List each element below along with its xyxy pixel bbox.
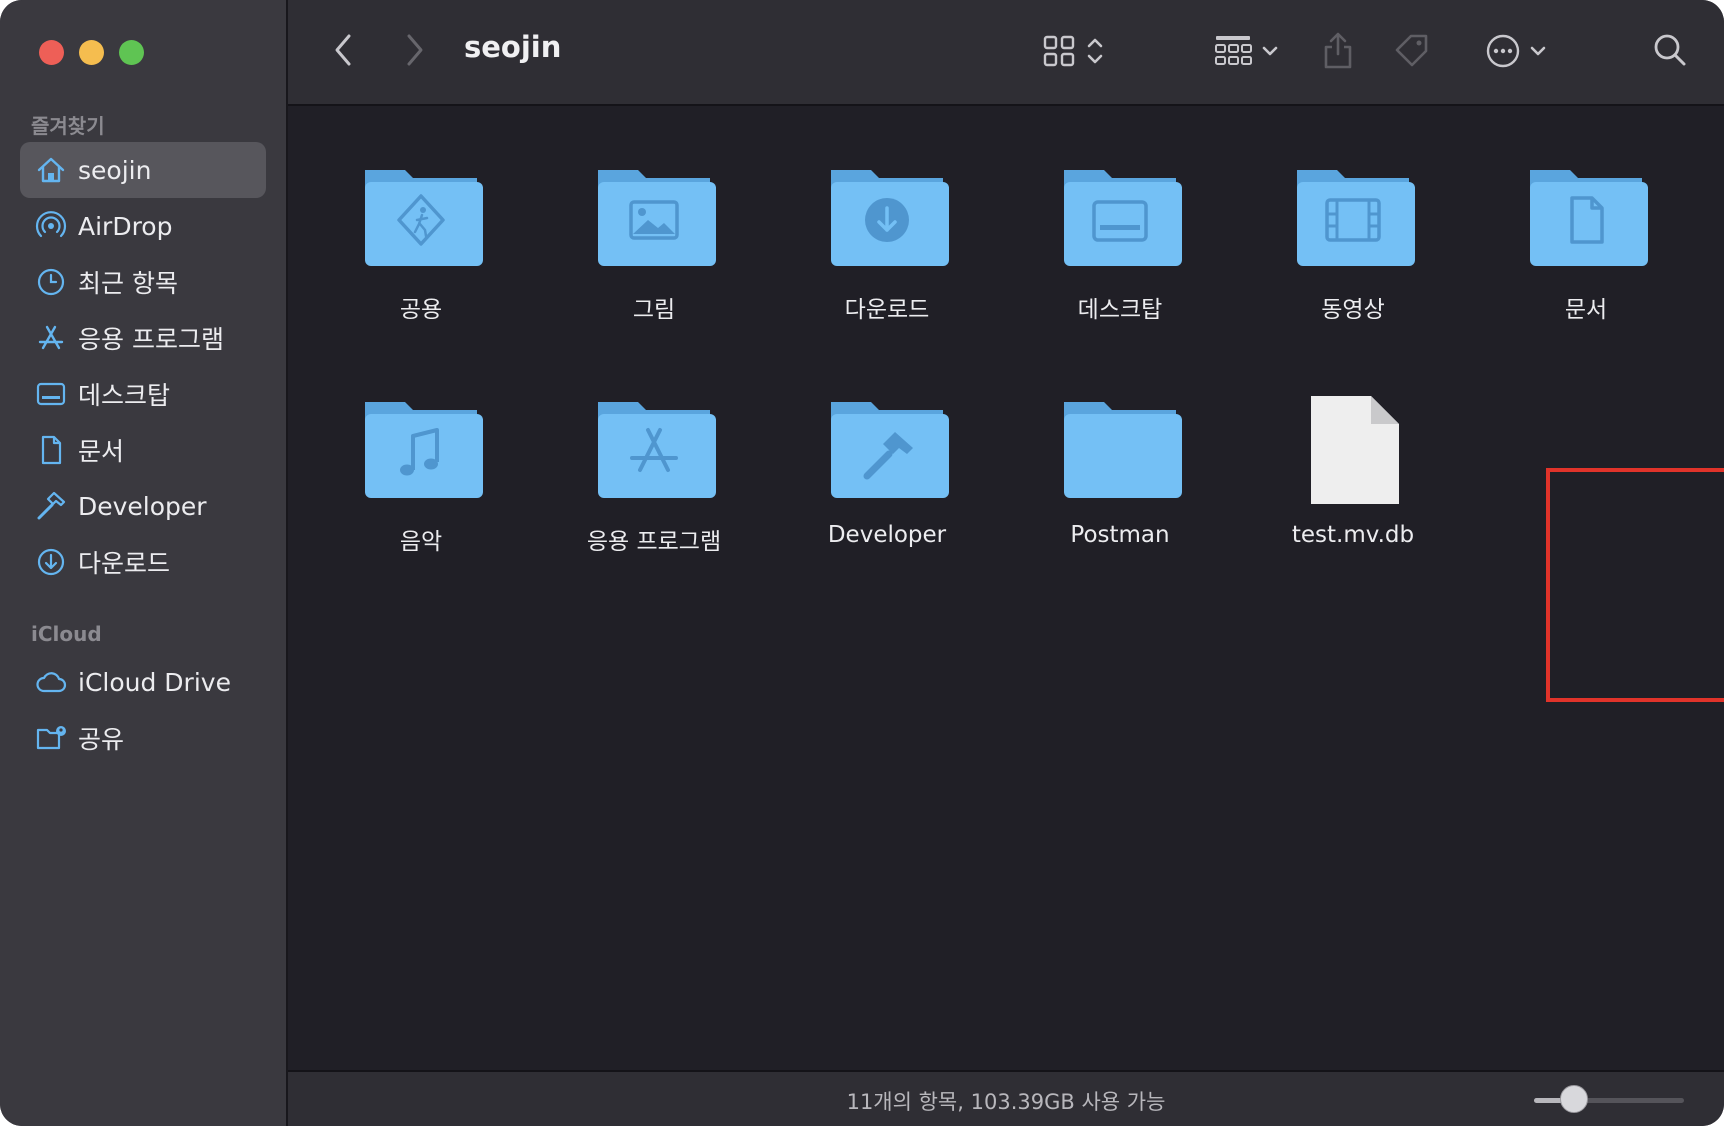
grid-item-applications[interactable]: 응용 프로그램 bbox=[544, 394, 764, 594]
item-name: Developer bbox=[827, 522, 947, 548]
more-actions-icon bbox=[1485, 33, 1521, 69]
zoom-button[interactable] bbox=[119, 40, 144, 65]
sidebar-item-desktop[interactable]: 데스크탑 bbox=[20, 366, 266, 422]
sidebar-item-recents[interactable]: 최근 항목 bbox=[20, 254, 266, 310]
up-down-chevron-icon bbox=[1085, 34, 1105, 68]
grid-item-postman[interactable]: Postman bbox=[1010, 394, 1230, 594]
cloud-icon bbox=[34, 665, 68, 699]
grid-item-documents[interactable]: 문서 bbox=[1476, 162, 1696, 362]
home-icon bbox=[34, 153, 68, 187]
grid-item-downloads[interactable]: 다운로드 bbox=[777, 162, 997, 362]
app-store-icon bbox=[34, 321, 68, 355]
chevron-left-icon bbox=[333, 33, 355, 67]
sidebar-item-label: 응용 프로그램 bbox=[78, 325, 224, 354]
grid-item-pictures[interactable]: 그림 bbox=[544, 162, 764, 362]
group-by-button[interactable] bbox=[1204, 30, 1288, 72]
chevron-down-icon bbox=[1261, 44, 1279, 58]
favorites-section-label: 즐겨찾기 bbox=[31, 114, 105, 138]
toolbar: seojin bbox=[288, 0, 1724, 106]
sidebar-item-applications[interactable]: 응용 프로그램 bbox=[20, 310, 266, 366]
grid-item-test-db[interactable]: test.mv.db bbox=[1243, 394, 1463, 594]
sidebar-item-label: AirDrop bbox=[78, 211, 173, 241]
clock-icon bbox=[34, 265, 68, 299]
search-button[interactable] bbox=[1650, 30, 1690, 70]
chevron-right-icon bbox=[403, 33, 425, 67]
sidebar-item-label: Developer bbox=[78, 491, 207, 521]
action-menu-button[interactable] bbox=[1476, 30, 1556, 72]
desktop-folder-icon bbox=[1056, 162, 1184, 272]
grid-item-movies[interactable]: 동영상 bbox=[1243, 162, 1463, 362]
share-button[interactable] bbox=[1318, 28, 1358, 72]
item-name: 다운로드 bbox=[844, 297, 930, 323]
sidebar-item-shared[interactable]: 공유 bbox=[20, 710, 266, 766]
shared-folder-icon bbox=[34, 721, 68, 755]
grid-item-developer[interactable]: Developer bbox=[777, 394, 997, 594]
item-name: 공용 bbox=[399, 297, 443, 323]
item-name: 그림 bbox=[632, 297, 676, 323]
item-name: 문서 bbox=[1564, 297, 1608, 323]
forward-button[interactable] bbox=[394, 30, 434, 70]
sidebar-item-label: 공유 bbox=[78, 725, 125, 754]
tag-button[interactable] bbox=[1392, 30, 1432, 70]
sidebar-item-label: iCloud Drive bbox=[78, 667, 231, 697]
window-title: seojin bbox=[464, 30, 562, 64]
sidebar-item-home[interactable]: seojin bbox=[20, 142, 266, 198]
file-icon bbox=[1289, 394, 1417, 504]
selection-highlight bbox=[1546, 468, 1724, 702]
sidebar-item-label: 데스크탑 bbox=[78, 381, 171, 410]
search-icon bbox=[1652, 32, 1688, 68]
movies-folder-icon bbox=[1289, 162, 1417, 272]
back-button[interactable] bbox=[324, 30, 364, 70]
status-text: 11개의 항목, 103.39GB 사용 가능 bbox=[846, 1090, 1166, 1114]
minimize-button[interactable] bbox=[79, 40, 104, 65]
sidebar-item-label: 최근 항목 bbox=[78, 269, 178, 298]
slider-knob[interactable] bbox=[1560, 1085, 1588, 1113]
sidebar-item-label: seojin bbox=[78, 155, 152, 185]
chevron-down-icon bbox=[1529, 44, 1547, 58]
sidebar-item-documents[interactable]: 문서 bbox=[20, 422, 266, 478]
sidebar: 즐겨찾기 seojin AirDrop 최근 항목 응용 프로그램 데스크탑 문… bbox=[0, 0, 288, 1126]
share-icon bbox=[1321, 30, 1355, 70]
item-name: 동영상 bbox=[1321, 297, 1385, 323]
music-folder-icon bbox=[357, 394, 485, 504]
icloud-section-label: iCloud bbox=[31, 622, 102, 646]
pictures-folder-icon bbox=[590, 162, 718, 272]
item-name: 음악 bbox=[399, 529, 443, 555]
tag-icon bbox=[1393, 31, 1431, 69]
download-icon bbox=[34, 545, 68, 579]
item-name: test.mv.db bbox=[1291, 522, 1415, 548]
icon-size-slider[interactable] bbox=[1534, 1098, 1684, 1103]
sidebar-item-icloud-drive[interactable]: iCloud Drive bbox=[20, 654, 266, 710]
file-grid: 공용 그림 다운로드 데스크탑 동영상 문서 음악 응용 프로그램 Develo… bbox=[288, 106, 1724, 1070]
airdrop-icon bbox=[34, 209, 68, 243]
grid-view-icon bbox=[1041, 33, 1077, 69]
hammer-icon bbox=[34, 489, 68, 523]
downloads-folder-icon bbox=[823, 162, 951, 272]
folder-icon bbox=[1056, 394, 1184, 504]
sidebar-item-downloads[interactable]: 다운로드 bbox=[20, 534, 266, 590]
grid-item-music[interactable]: 음악 bbox=[311, 394, 531, 594]
item-name: 데스크탑 bbox=[1077, 297, 1163, 323]
sidebar-item-airdrop[interactable]: AirDrop bbox=[20, 198, 266, 254]
grid-item-desktop[interactable]: 데스크탑 bbox=[1010, 162, 1230, 362]
documents-folder-icon bbox=[1522, 162, 1650, 272]
status-bar: 11개의 항목, 103.39GB 사용 가능 bbox=[288, 1070, 1724, 1126]
item-name: Postman bbox=[1070, 522, 1170, 548]
item-name: 응용 프로그램 bbox=[586, 529, 722, 555]
view-mode-button[interactable] bbox=[1028, 30, 1118, 72]
close-button[interactable] bbox=[39, 40, 64, 65]
document-icon bbox=[34, 433, 68, 467]
group-by-icon bbox=[1213, 33, 1253, 69]
finder-window: 즐겨찾기 seojin AirDrop 최근 항목 응용 프로그램 데스크탑 문… bbox=[0, 0, 1724, 1126]
desktop-icon bbox=[34, 377, 68, 411]
applications-folder-icon bbox=[590, 394, 718, 504]
public-folder-icon bbox=[357, 162, 485, 272]
grid-item-public[interactable]: 공용 bbox=[311, 162, 531, 362]
developer-folder-icon bbox=[823, 394, 951, 504]
sidebar-item-developer[interactable]: Developer bbox=[20, 478, 266, 534]
sidebar-item-label: 문서 bbox=[78, 437, 125, 466]
sidebar-item-label: 다운로드 bbox=[78, 549, 171, 578]
